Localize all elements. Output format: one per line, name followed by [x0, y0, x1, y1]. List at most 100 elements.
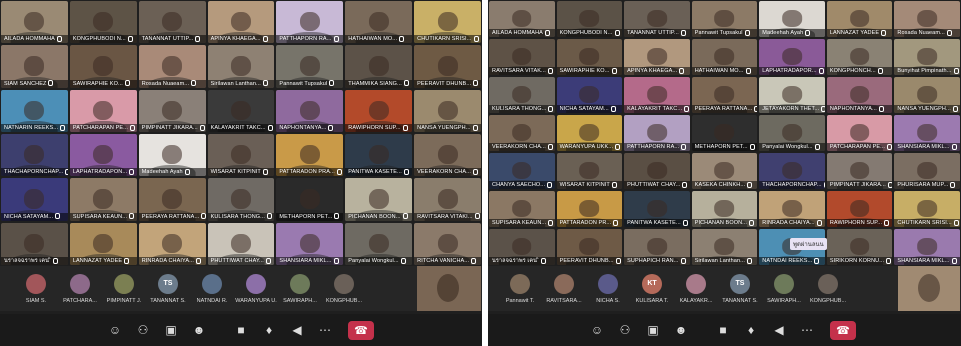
participant-video-tile[interactable]: RINRADA CHAIYA... — [759, 191, 825, 227]
participant-video-tile[interactable]: Rosada Nuaeam... — [894, 1, 960, 37]
participant-video-tile[interactable]: Bunyihat Pimpinath... — [894, 39, 960, 75]
camera-icon[interactable]: ■ — [714, 321, 732, 339]
participant-video-tile[interactable]: RAWIPHORN SUP... — [345, 89, 413, 132]
participant-video-tile[interactable]: RAWIPHORN SUP... — [826, 191, 893, 227]
participant-video-tile[interactable]: Panyalai Wongkul... — [759, 115, 825, 151]
participant-video-tile[interactable]: PATTARADON PRA... — [276, 133, 344, 177]
participant-video-tile[interactable]: VEERAKORN CHA... — [489, 115, 555, 151]
participant-video-tile[interactable]: Pannawit Tupsakul — [691, 1, 758, 37]
participant-video-tile[interactable]: WISARAT KITPINIT — [207, 133, 275, 177]
participant-video-tile[interactable]: SAWIRAPHIE KO... — [556, 39, 623, 75]
participant-strip-item[interactable]: KT KULISARA T. — [630, 266, 674, 311]
mic-icon[interactable]: ♦ — [260, 321, 278, 339]
participant-video-tile[interactable]: PEERAYA RATTANA... — [691, 77, 758, 113]
participant-strip-item[interactable]: PATCHARA... — [58, 266, 102, 311]
participant-video-tile[interactable]: PIMPINATT JIKARA... — [138, 89, 206, 132]
participant-video-tile[interactable]: KONGPHUBODI N... — [69, 1, 137, 44]
participant-video-tile[interactable]: SHANSIARA MIKL... — [276, 222, 344, 265]
participant-video-tile[interactable]: KONGPHUBODI N... — [556, 1, 623, 37]
participant-video-tile[interactable]: PATTHAPORN RA... — [276, 1, 344, 44]
participant-video-tile[interactable]: WISARAT KITPINIT — [556, 153, 623, 189]
participant-video-tile[interactable]: PATTARADON PR... — [556, 191, 623, 227]
participant-video-tile[interactable]: RAVITSARA VITAKI... — [414, 178, 481, 221]
participant-video-tile[interactable]: Pannawit Tupsakul — [276, 45, 344, 88]
participant-video-tile[interactable]: PHURISARA MUP... — [894, 153, 960, 189]
chat-icon[interactable]: ☺ — [588, 321, 606, 339]
speaker-icon[interactable]: ◀ — [770, 321, 788, 339]
participant-strip-item[interactable]: KALAYAKR... — [674, 266, 718, 311]
participant-video-tile[interactable]: PATTHAPORN RA... — [624, 115, 690, 151]
participant-video-tile[interactable]: RITCHA VANICHA... — [414, 222, 481, 265]
participant-video-tile[interactable]: SIRIKORN KORNU... — [826, 229, 893, 265]
participant-video-tile[interactable]: TANANNAT UTTIP... — [624, 1, 690, 37]
participant-strip-item[interactable]: SAWIRAPH... — [278, 266, 322, 311]
participant-video-tile[interactable]: Madeehah Ayah — [759, 1, 825, 37]
participant-video-tile[interactable]: AILADA HOMMAHA — [489, 1, 555, 37]
participant-video-tile[interactable]: LANNAZAT YADEE — [69, 222, 137, 265]
participant-video-tile[interactable]: PEERAYA RATTANA... — [138, 178, 206, 221]
participant-video-tile[interactable]: PHUTTIWAT CHAY... — [207, 222, 275, 265]
participant-video-tile[interactable]: NAPHONTANYA... — [826, 77, 893, 113]
participant-strip-item[interactable]: RAVITSARA... — [542, 266, 586, 311]
participant-video-tile[interactable]: APINYA KHAEGA... — [207, 1, 275, 44]
participant-video-tile[interactable]: AILADA HOMMAHA — [1, 1, 68, 44]
more-icon[interactable]: ⋯ — [798, 321, 816, 339]
participant-strip-item[interactable]: SIAM S. — [14, 266, 58, 311]
participant-video-tile[interactable]: VEERAKORN CHA... — [414, 133, 481, 177]
participant-video-tile[interactable]: KALAYAKRIT TAKC... — [624, 77, 690, 113]
participant-strip-item[interactable]: TS TANANNAT S. — [146, 266, 190, 311]
participant-strip-item[interactable]: SAWIRAPH... — [762, 266, 806, 311]
participant-strip-item[interactable]: NICHA S. — [586, 266, 630, 311]
participant-video-tile[interactable]: RINRADA CHAIYA... — [138, 222, 206, 265]
speaker-icon[interactable]: ◀ — [288, 321, 306, 339]
participant-video-tile[interactable]: METHAPORN PET... — [276, 178, 344, 221]
participant-video-tile[interactable]: NICHA SATAYAM... — [1, 178, 68, 221]
participant-video-tile[interactable]: THAMMIKA SIANG... — [345, 45, 413, 88]
participant-video-tile[interactable]: CHUTIKARN SRISI... — [414, 1, 481, 44]
participant-video-tile[interactable]: LANNAZAT YADEE — [826, 1, 893, 37]
people-icon[interactable]: ⚇ — [134, 321, 152, 339]
participant-video-tile[interactable]: SAWIRAPHIE KO... — [69, 45, 137, 88]
participant-video-tile[interactable]: THACHAPORNCHAP... — [759, 153, 825, 189]
participant-video-tile[interactable]: PICHANAN BOON... — [691, 191, 758, 227]
reactions-icon[interactable]: ☻ — [190, 321, 208, 339]
participant-video-tile[interactable]: PIMPINATT JIKARA... — [826, 153, 893, 189]
participant-video-tile[interactable]: PATCHARAPAN PE... — [69, 89, 137, 132]
participant-strip-item[interactable]: KONGPHUB... — [322, 266, 366, 311]
participant-video-tile[interactable]: WARANYUPA UKK... — [556, 115, 623, 151]
participant-video-tile[interactable]: NANSA YUENGPH... — [414, 89, 481, 132]
participant-video-tile[interactable]: PICHANAN BOON... — [345, 178, 413, 221]
participant-video-tile[interactable]: NAPHONTANYA... — [276, 89, 344, 132]
participant-video-tile[interactable]: THACHAPORNCHAP... — [1, 133, 68, 177]
people-icon[interactable]: ⚇ — [616, 321, 634, 339]
participant-video-tile[interactable]: LAPHATRADAPON... — [69, 133, 137, 177]
participant-video-tile[interactable]: SIAM SANCHEZ — [1, 45, 68, 88]
leave-call-button[interactable]: ☎ — [830, 320, 856, 340]
participant-video-tile[interactable]: NANSA YUENGPH... — [894, 77, 960, 113]
participant-video-tile[interactable]: KONGPHONCH... — [826, 39, 893, 75]
participant-video-tile[interactable]: PATCHARAPAN PE... — [826, 115, 893, 151]
share-icon[interactable]: ▣ — [644, 321, 662, 339]
participant-video-tile[interactable]: KASEKA CHINKH... — [691, 153, 758, 189]
participant-strip-item[interactable]: NATNDAI R. — [190, 266, 234, 311]
participant-video-tile[interactable]: CHANYA SAECHO... — [489, 153, 555, 189]
participant-video-tile[interactable]: RAVITSARA VITAK... — [489, 39, 555, 75]
participant-video-tile[interactable]: KULISARA THONG... — [207, 178, 275, 221]
participant-video-tile[interactable]: SHANSIARA MIKL... — [894, 229, 960, 265]
participant-video-tile[interactable]: NATNARIN REEKS... — [1, 89, 68, 132]
participant-video-tile[interactable]: นราลจฉราพร เคน ิ — [489, 229, 555, 265]
participant-strip-item[interactable]: WARANYUPA U. — [234, 266, 278, 311]
share-icon[interactable]: ▣ — [162, 321, 180, 339]
participant-strip-item[interactable]: KONGPHUB... — [806, 266, 850, 311]
participant-video-tile[interactable]: PEERAVIT DHUNB... — [414, 45, 481, 88]
participant-video-tile[interactable]: NICHA SATAYAM... — [556, 77, 623, 113]
mic-icon[interactable]: ♦ — [742, 321, 760, 339]
participant-video-tile[interactable]: PHUTTIWAT CHAY... — [624, 153, 690, 189]
participant-video-tile[interactable]: TANANNAT UTTIP... — [138, 1, 206, 44]
participant-video-tile[interactable]: PANITWA KASETE... — [624, 191, 690, 227]
chat-icon[interactable]: ☺ — [106, 321, 124, 339]
participant-video-tile[interactable]: KALAYAKRIT TAKC... — [207, 89, 275, 132]
participant-video-tile[interactable]: Madeehah Ayah — [138, 133, 206, 177]
participant-video-tile[interactable]: SHANSIARA MIKL... — [894, 115, 960, 151]
participant-video-tile[interactable]: PANITWA KASETE... — [345, 133, 413, 177]
